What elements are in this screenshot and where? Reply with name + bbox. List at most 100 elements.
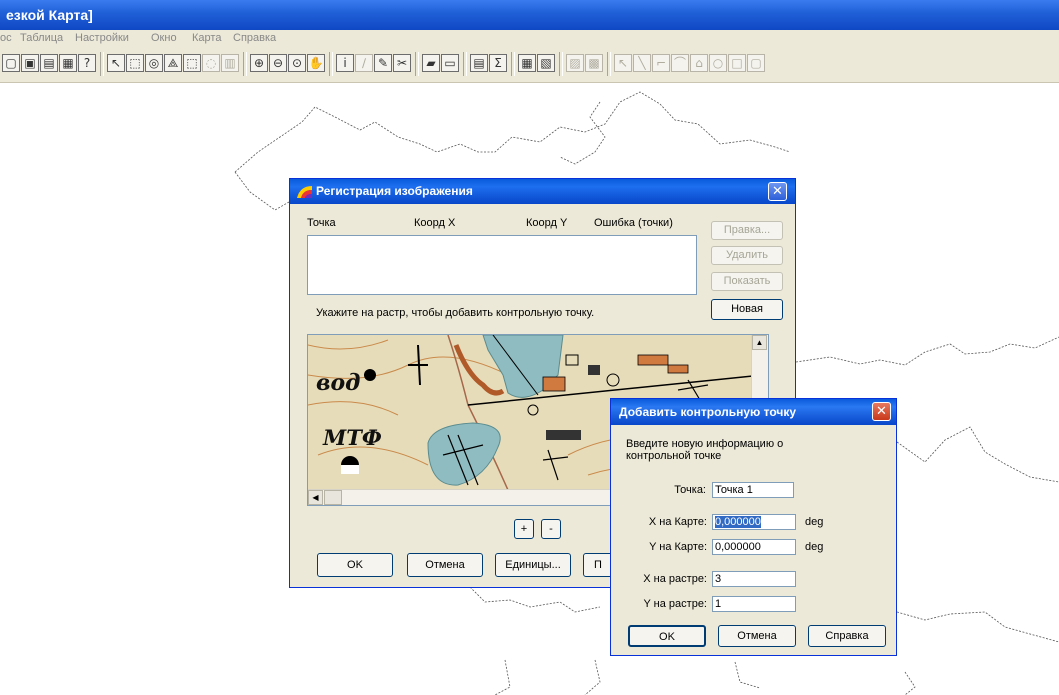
toolbar-separator bbox=[607, 52, 611, 76]
browser-icon[interactable]: ▣ bbox=[21, 54, 39, 72]
point-name-field[interactable]: Точка 1 bbox=[712, 482, 794, 498]
hotlink-icon[interactable]: ✂ bbox=[393, 54, 411, 72]
mapinfo-logo-icon bbox=[297, 186, 312, 198]
region-boundary bbox=[494, 659, 511, 695]
line-icon[interactable]: ╲ bbox=[633, 54, 651, 72]
region-boundary bbox=[795, 336, 1059, 366]
unselect-icon[interactable]: ◌ bbox=[202, 54, 220, 72]
y-on-raster-field[interactable]: 1 bbox=[712, 596, 796, 612]
scroll-left-icon[interactable]: ◀ bbox=[308, 490, 323, 505]
add-control-point-dialog: Добавить контрольную точку ✕ Введите нов… bbox=[610, 398, 897, 656]
add-point-help-button[interactable]: Справка bbox=[808, 625, 886, 647]
y-on-raster-label: Y на растре: bbox=[643, 598, 707, 610]
window-icon[interactable]: ▢ bbox=[2, 54, 20, 72]
radius-select-icon[interactable]: ◎ bbox=[145, 54, 163, 72]
control-points-list[interactable] bbox=[307, 235, 697, 295]
add-point-cancel-button[interactable]: Отмена bbox=[718, 625, 796, 647]
app-title: езкой Карта] bbox=[6, 7, 93, 23]
zoom-in-icon[interactable]: ⊕ bbox=[250, 54, 268, 72]
menu-item-table[interactable]: Таблица bbox=[20, 30, 63, 46]
edit-button[interactable]: Правка... bbox=[711, 221, 783, 240]
polyline-icon[interactable]: ⌐ bbox=[652, 54, 670, 72]
toolbar-separator bbox=[415, 52, 419, 76]
rectangle-icon[interactable]: □ bbox=[728, 54, 746, 72]
region-boundary bbox=[896, 426, 1059, 483]
x-on-map-field[interactable]: 0,000000 bbox=[712, 514, 796, 530]
legend-icon[interactable]: ▭ bbox=[441, 54, 459, 72]
layout-icon[interactable]: ▦ bbox=[59, 54, 77, 72]
add-point-ok-button[interactable]: OK bbox=[628, 625, 706, 647]
change-view-icon[interactable]: ⊙ bbox=[288, 54, 306, 72]
select-arrow-icon[interactable]: ↖ bbox=[107, 54, 125, 72]
menu-item-settings[interactable]: Настройки bbox=[75, 30, 129, 46]
table-icon[interactable]: ▤ bbox=[40, 54, 58, 72]
toolbar-separator bbox=[100, 52, 104, 76]
close-icon[interactable]: ✕ bbox=[768, 182, 787, 201]
region-boundary bbox=[234, 91, 791, 173]
polygon-select-icon[interactable]: ⟁ bbox=[164, 54, 182, 72]
clip-region-icon[interactable]: ▨ bbox=[566, 54, 584, 72]
show-button[interactable]: Показать bbox=[711, 272, 783, 291]
arc-icon[interactable]: ⌒ bbox=[671, 54, 689, 72]
add-point-dialog-titlebar[interactable]: Добавить контрольную точку ✕ bbox=[611, 399, 896, 425]
units-button[interactable]: Единицы... bbox=[495, 553, 571, 577]
scroll-up-icon[interactable]: ▲ bbox=[752, 335, 767, 350]
ellipse-icon[interactable]: ○ bbox=[709, 54, 727, 72]
sum-icon[interactable]: Σ bbox=[489, 54, 507, 72]
toolbar: ▢ ▣ ▤ ▦? ↖ ⬚ ◎ ⟁ ⬚ ◌ ▥ ⊕ ⊖ ⊙ ✋ i ∕ ✎ ✂ ▰ ▭ ▤ Σ ▦ ▧ ▨ ▩ ↖ ╲ ⌐ ⌒ ⌂ ○ □ ▢ bbox=[0, 46, 1059, 83]
column-header-error[interactable]: Ошибка (точки) bbox=[594, 217, 673, 229]
point-label: Точка: bbox=[674, 484, 706, 496]
menu-bar: ос Таблица Настройки Окно Карта Справка bbox=[0, 30, 1059, 46]
drag-window-icon[interactable]: ▰ bbox=[422, 54, 440, 72]
info-icon[interactable]: i bbox=[336, 54, 354, 72]
symbol-icon[interactable]: ↖ bbox=[614, 54, 632, 72]
app-title-bar: езкой Карта] bbox=[0, 0, 1059, 30]
close-icon[interactable]: ✕ bbox=[872, 402, 891, 421]
menu-item-window[interactable]: Окно bbox=[151, 30, 177, 46]
delete-button[interactable]: Удалить bbox=[711, 246, 783, 265]
raster-hint-text: Укажите на растр, чтобы добавить контрол… bbox=[316, 307, 595, 319]
horizontal-scroll-thumb[interactable] bbox=[324, 490, 342, 505]
new-button[interactable]: Новая bbox=[711, 299, 783, 320]
toolbar-separator bbox=[463, 52, 467, 76]
registration-dialog-title: Регистрация изображения bbox=[316, 184, 473, 198]
boundary-select-icon[interactable]: ⬚ bbox=[183, 54, 201, 72]
polygon-icon[interactable]: ⌂ bbox=[690, 54, 708, 72]
menu-item-map[interactable]: Карта bbox=[192, 30, 221, 46]
y-on-map-field[interactable]: 0,000000 bbox=[712, 539, 796, 555]
x-on-map-unit: deg bbox=[805, 516, 824, 528]
x-on-raster-label: X на растре: bbox=[643, 573, 707, 585]
add-point-dialog-title: Добавить контрольную точку bbox=[619, 405, 797, 419]
menu-item-help[interactable]: Справка bbox=[233, 30, 276, 46]
grabber-icon[interactable]: ✋ bbox=[307, 54, 325, 72]
graph-select-icon[interactable]: ▥ bbox=[221, 54, 239, 72]
layer-control-icon[interactable]: ▦ bbox=[518, 54, 536, 72]
column-header-point[interactable]: Точка bbox=[307, 217, 336, 229]
map-window-icon[interactable]: ▧ bbox=[537, 54, 555, 72]
statistics-icon[interactable]: ▤ bbox=[470, 54, 488, 72]
marquee-select-icon[interactable]: ⬚ bbox=[126, 54, 144, 72]
toolbar-separator bbox=[243, 52, 247, 76]
zoom-out-icon[interactable]: ⊖ bbox=[269, 54, 287, 72]
ok-button[interactable]: OK bbox=[317, 553, 393, 577]
cancel-button[interactable]: Отмена bbox=[407, 553, 483, 577]
help-pointer-icon[interactable]: ? bbox=[78, 54, 96, 72]
column-header-coord-y[interactable]: Коорд Y bbox=[526, 217, 567, 229]
registration-dialog-titlebar[interactable]: Регистрация изображения ✕ bbox=[290, 179, 795, 204]
toolbar-separator bbox=[511, 52, 515, 76]
ruler-icon[interactable]: ∕ bbox=[355, 54, 373, 72]
y-on-map-label: Y на Карте: bbox=[649, 541, 707, 553]
zoom-out-button[interactable]: - bbox=[541, 519, 561, 539]
rounded-rect-icon[interactable]: ▢ bbox=[747, 54, 765, 72]
toolbar-separator bbox=[559, 52, 563, 76]
toolbar-separator bbox=[329, 52, 333, 76]
set-target-icon[interactable]: ▩ bbox=[585, 54, 603, 72]
column-header-coord-x[interactable]: Коорд X bbox=[414, 217, 455, 229]
zoom-in-button[interactable]: + bbox=[514, 519, 534, 539]
projection-button[interactable]: П bbox=[583, 553, 613, 577]
menu-item-query[interactable]: ос bbox=[0, 30, 12, 46]
region-boundary bbox=[559, 101, 606, 165]
label-icon[interactable]: ✎ bbox=[374, 54, 392, 72]
add-point-description: Введите новую информацию о контрольной т… bbox=[626, 438, 784, 462]
x-on-raster-field[interactable]: 3 bbox=[712, 571, 796, 587]
